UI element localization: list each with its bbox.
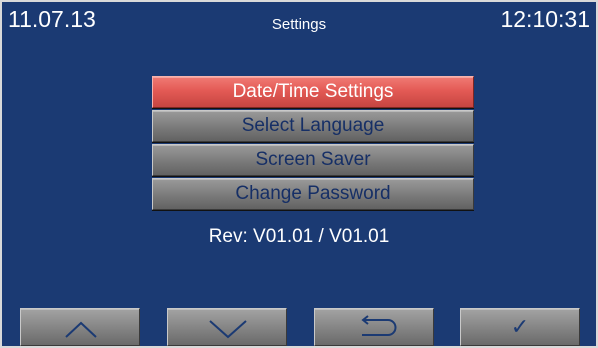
time-display: 12:10:31 xyxy=(500,6,590,32)
revision-label: Rev: V01.01 / V01.01 xyxy=(208,226,390,247)
settings-menu: Date/Time Settings Select Language Scree… xyxy=(152,76,474,212)
hmi-screen: 11.07.13 Settings 12:10:31 Date/Time Set… xyxy=(0,0,598,348)
ok-button[interactable]: ✓ xyxy=(460,308,580,346)
down-button[interactable] xyxy=(167,308,287,346)
menu-item-screen-saver[interactable]: Screen Saver xyxy=(152,144,474,176)
return-icon xyxy=(361,315,397,336)
menu-item-change-password[interactable]: Change Password xyxy=(152,178,474,210)
arrow-up-icon xyxy=(65,321,97,338)
menu-item-date-time-settings[interactable]: Date/Time Settings xyxy=(152,76,474,108)
checkmark-icon: ✓ xyxy=(510,315,530,340)
up-button[interactable] xyxy=(20,308,140,346)
arrow-down-icon xyxy=(209,320,247,339)
menu-item-select-language[interactable]: Select Language xyxy=(152,110,474,142)
back-button[interactable] xyxy=(314,308,434,346)
